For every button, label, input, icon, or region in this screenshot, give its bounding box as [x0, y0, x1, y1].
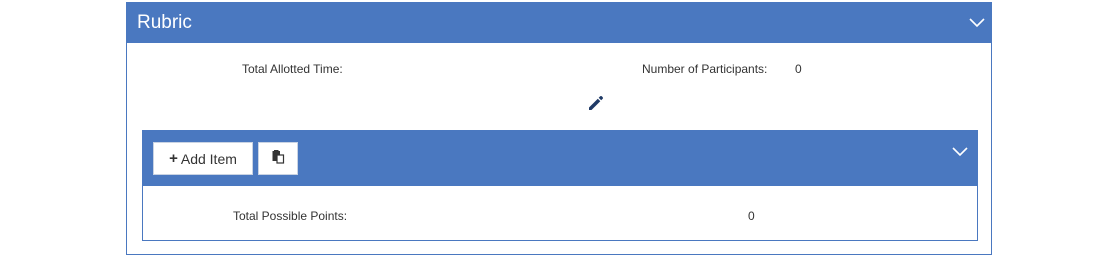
plus-icon: +: [169, 150, 178, 167]
chevron-down-icon[interactable]: [969, 18, 985, 28]
paste-button[interactable]: [258, 142, 298, 175]
add-item-button[interactable]: + Add Item: [153, 142, 253, 175]
rubric-items-panel: + Add Item Total Possible Points: 0: [142, 130, 978, 241]
paste-icon: [271, 150, 285, 167]
rubric-panel-header[interactable]: Rubric: [127, 3, 991, 43]
pencil-icon[interactable]: [586, 93, 606, 113]
chevron-down-icon[interactable]: [952, 147, 968, 157]
total-possible-points-label: Total Possible Points:: [233, 209, 348, 223]
rubric-panel: Rubric Total Allotted Time: Number of Pa…: [126, 2, 992, 255]
total-possible-points-value: 0: [748, 209, 755, 223]
add-item-label: Add Item: [180, 150, 237, 167]
participants-count: 0: [795, 62, 802, 76]
rubric-items-header: + Add Item: [143, 131, 977, 186]
total-allotted-time-label: Total Allotted Time:: [242, 62, 343, 76]
participants-label: Number of Participants:: [642, 62, 768, 76]
panel-title: Rubric: [137, 12, 192, 33]
